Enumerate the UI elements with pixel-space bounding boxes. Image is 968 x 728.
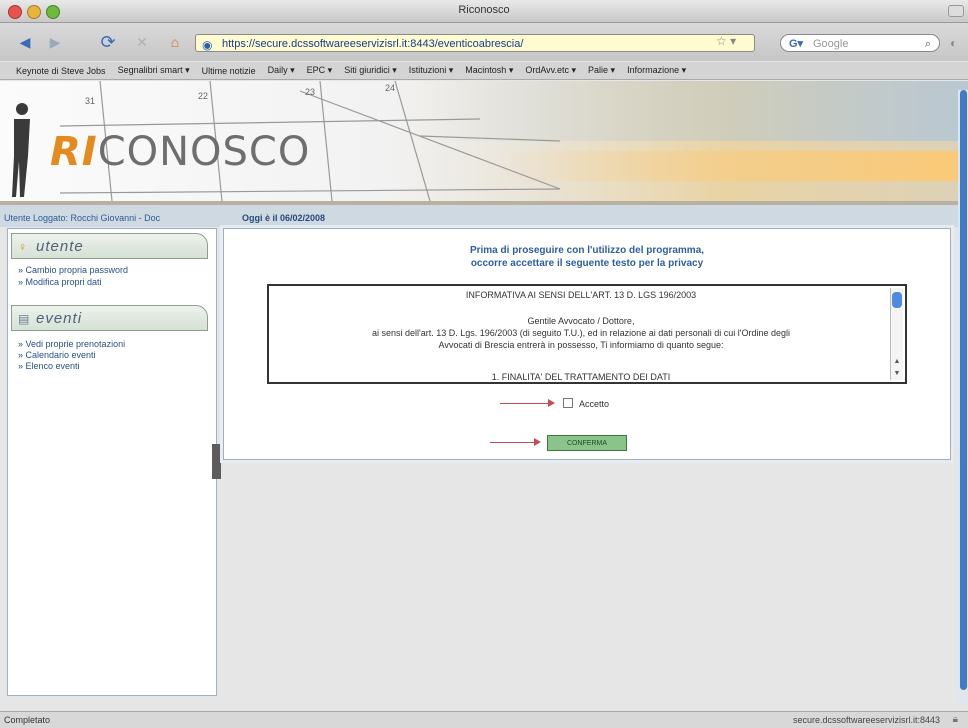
sidebar-item-edit-data[interactable]: » Modifica propri dati <box>18 277 102 287</box>
bookmark-item[interactable]: Ultime notizie <box>202 66 256 76</box>
privacy-panel: Prima di proseguire con l'utilizzo del p… <box>220 225 954 463</box>
overflow-icon[interactable]: ◐ <box>950 36 957 50</box>
site-banner: 31 22 23 24 RICONOSCO <box>0 81 968 205</box>
privacy-line: ai sensi dell'art. 13 D. Lgs. 196/2003 (… <box>371 328 790 338</box>
google-icon: G▾ <box>789 38 804 50</box>
bookmark-item[interactable]: Daily ▾ <box>268 65 295 76</box>
status-bar: Completato secure.dcssoftwareeservizisrl… <box>0 711 968 728</box>
bookmark-item[interactable]: Macintosh ▾ <box>465 65 513 76</box>
intro-line-1: Prima di proseguire con l'utilizzo del p… <box>469 245 705 256</box>
sidebar-item-change-password[interactable]: » Cambio propria password <box>18 265 128 275</box>
address-text: https://secure.dcssoftwareeservizisrl.it… <box>222 38 524 50</box>
privacy-scrollbar[interactable]: ▲ ▼ <box>890 288 903 380</box>
today-date-label: Oggi è il 06/02/2008 <box>242 213 326 223</box>
toolbar-toggle-button[interactable] <box>948 5 964 17</box>
bookmark-item[interactable]: Istituzioni ▾ <box>409 65 454 76</box>
privacy-line: Avvocati di Brescia entrerà in possesso,… <box>438 340 724 350</box>
intro-line-2: occorre accettare il seguente testo per … <box>470 258 704 269</box>
logged-user-label: Utente Loggato: Rocchi Giovanni - Doc <box>4 213 161 223</box>
page-scrollbar-thumb[interactable] <box>960 90 967 690</box>
bookmark-item[interactable]: EPC ▾ <box>307 65 333 76</box>
user-info-bar: Utente Loggato: Rocchi Giovanni - Doc Og… <box>0 205 958 227</box>
search-icon[interactable]: ⌕ <box>925 35 931 53</box>
bookmarks-toolbar: Keynote di Steve Jobs Segnalibri smart ▾… <box>0 62 968 80</box>
reload-icon[interactable]: ⟳ <box>96 32 120 52</box>
privacy-line: 1. FINALITA' DEL TRATTAMENTO DEI DATI <box>491 372 671 382</box>
status-text: Completato <box>4 715 51 725</box>
bookmark-item[interactable]: Palie ▾ <box>588 65 615 76</box>
status-host: secure.dcssoftwareeservizisrl.it:8443 <box>792 715 940 725</box>
bookmark-item[interactable]: Keynote di Steve Jobs <box>16 66 106 76</box>
lock-icon: 🔒︎ <box>952 714 958 725</box>
bookmark-item[interactable]: Segnalibri smart ▾ <box>118 65 190 76</box>
user-icon: ♀ <box>18 240 28 254</box>
calendar-icon: ▤ <box>18 312 31 326</box>
stop-icon[interactable]: ✕ <box>132 32 152 52</box>
calendar-day-number: 24 <box>385 83 396 93</box>
confirm-button[interactable]: CONFERMA <box>547 435 627 451</box>
secure-site-icon: ◉ <box>202 38 213 52</box>
bookmark-item[interactable]: Siti giuridici ▾ <box>344 65 397 76</box>
pointer-arrow-icon <box>490 442 536 443</box>
home-icon[interactable]: ⌂ <box>164 32 186 52</box>
sidebar-section-eventi: ▤ eventi <box>11 305 208 331</box>
address-bar[interactable]: ◉ https://secure.dcssoftwareeservizisrl.… <box>195 34 755 52</box>
forward-arrow-icon[interactable]: ▶ <box>44 32 66 52</box>
sidebar-item-events-calendar[interactable]: » Calendario eventi <box>18 350 96 360</box>
sidebar-item-my-bookings[interactable]: » Vedi proprie prenotazioni <box>18 339 125 349</box>
accept-label: Accetto <box>579 399 610 409</box>
bookmark-star-icon[interactable]: ☆ ▾ <box>716 34 736 48</box>
search-placeholder: Google <box>813 38 849 50</box>
scroll-down-arrow-icon[interactable]: ▼ <box>892 370 902 377</box>
riconosco-logo: RICONOSCO <box>50 129 311 175</box>
calendar-day-number: 22 <box>198 91 209 101</box>
back-arrow-icon[interactable]: ◀ <box>14 32 36 52</box>
search-field[interactable]: G▾ Google ⌕ <box>780 34 940 52</box>
calendar-day-number: 23 <box>305 87 316 97</box>
person-silhouette-icon <box>12 103 30 197</box>
bookmark-item[interactable]: OrdAvv.etc ▾ <box>525 65 576 76</box>
privacy-text-box[interactable]: INFORMATIVA AI SENSI DELL'ART. 13 D. LGS… <box>267 284 907 384</box>
sidebar-section-utente: ♀ utente <box>11 233 208 259</box>
accept-checkbox[interactable] <box>563 398 573 408</box>
privacy-scrollbar-thumb[interactable] <box>892 292 902 308</box>
sidebar: ♀ utente » Cambio propria password » Mod… <box>7 228 221 696</box>
privacy-heading: INFORMATIVA AI SENSI DELL'ART. 13 D. LGS… <box>465 290 697 300</box>
calendar-day-number: 31 <box>85 96 96 106</box>
browser-window: Riconosco ◀ ▶ ⟳ ✕ ⌂ ◉ https://secure.dcs… <box>0 0 968 728</box>
sidebar-item-events-list[interactable]: » Elenco eventi <box>18 361 80 371</box>
scroll-up-arrow-icon[interactable]: ▲ <box>892 358 902 365</box>
title-bar: Riconosco <box>0 0 968 23</box>
navigation-toolbar: ◀ ▶ ⟳ ✕ ⌂ ◉ https://secure.dcssoftwarees… <box>0 23 968 61</box>
sidebar-resize-handle[interactable] <box>212 444 221 479</box>
privacy-line: Gentile Avvocato / Dottore, <box>527 316 635 326</box>
window-title: Riconosco <box>458 4 510 16</box>
pointer-arrow-icon <box>500 403 550 404</box>
bookmark-item[interactable]: Informazione ▾ <box>627 65 686 76</box>
